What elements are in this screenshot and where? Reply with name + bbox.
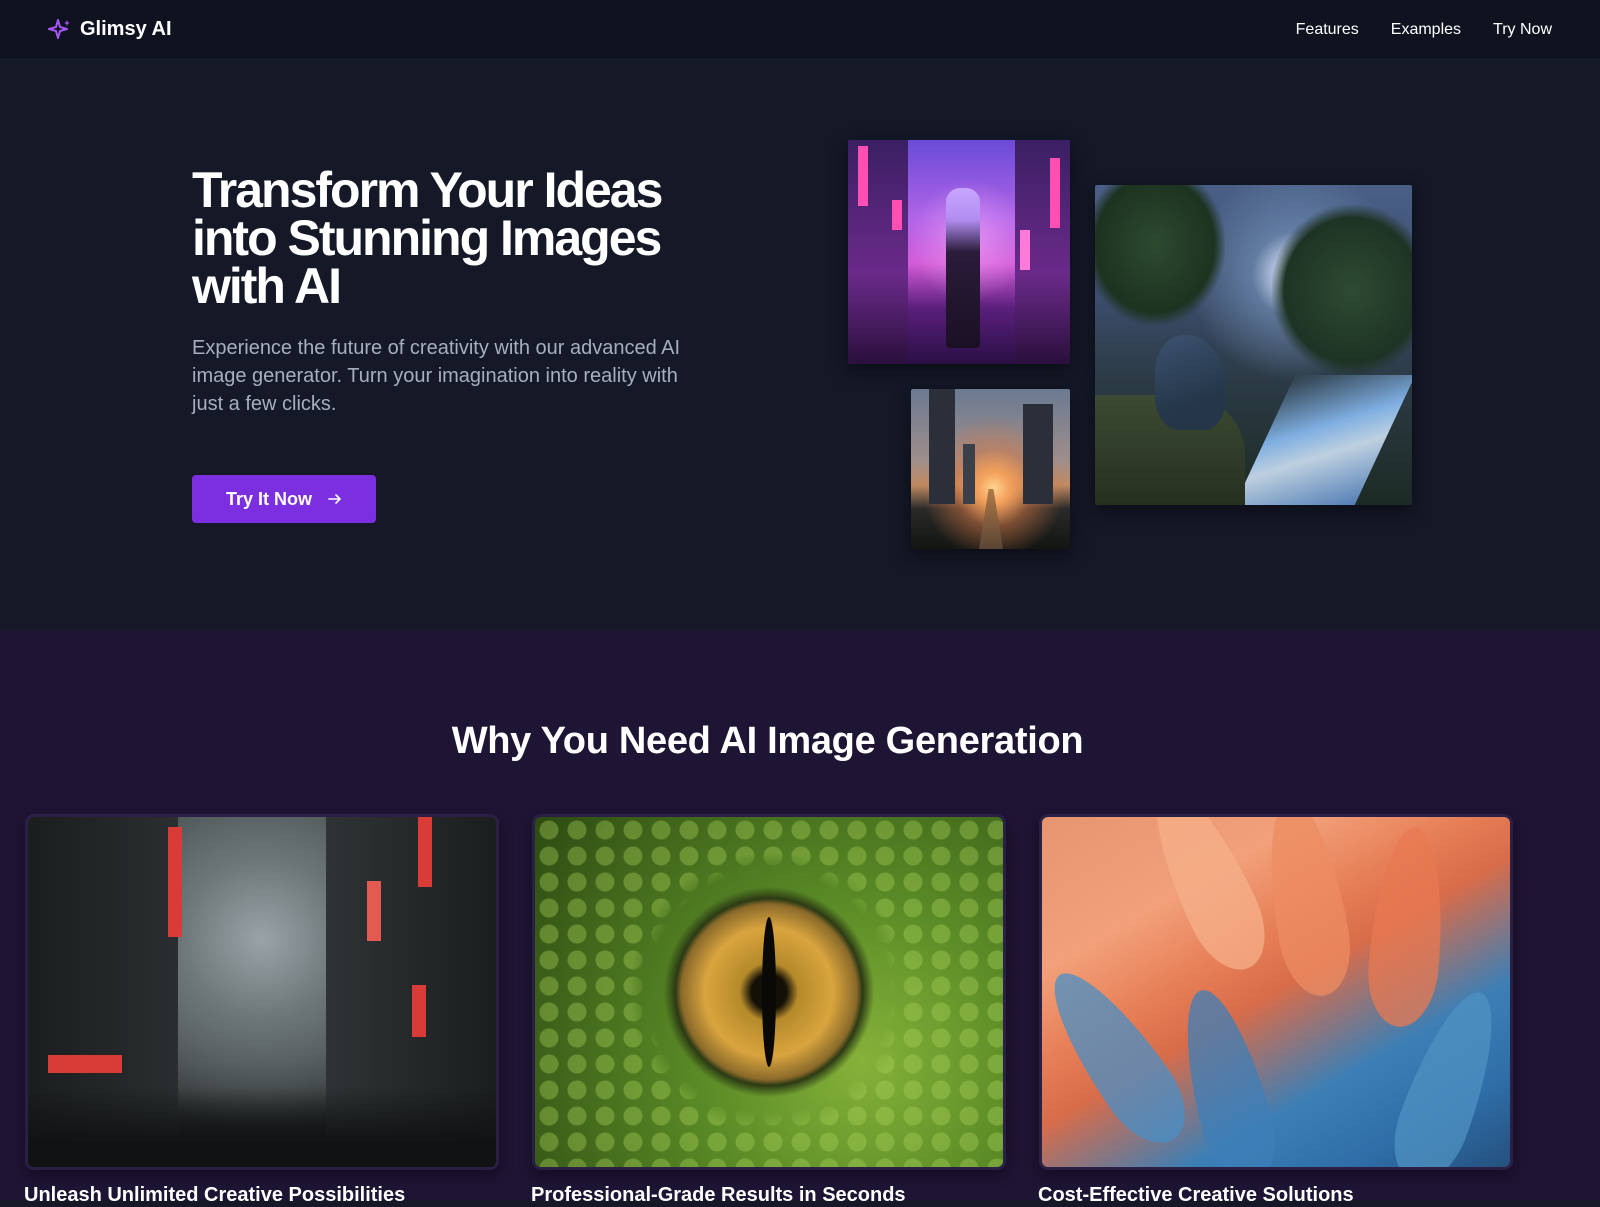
hero-section: Transform Your Ideas into Stunning Image… (0, 60, 1600, 630)
nav-link-examples[interactable]: Examples (1391, 21, 1461, 39)
try-it-now-button[interactable]: Try It Now (192, 475, 376, 523)
section-title: Why You Need AI Image Generation (451, 720, 1084, 762)
brand-name: Glimsy AI (80, 18, 172, 40)
hero-subtitle: Experience the future of creativity with… (192, 337, 681, 415)
nav-link-features[interactable]: Features (1296, 21, 1359, 39)
arrow-right-icon (328, 494, 341, 504)
hero-title: Transform Your Ideas into Stunning Image… (192, 162, 663, 314)
card-title: Cost-Effective Creative Solutions (1038, 1184, 1354, 1206)
dragon-fantasy-forest-image (1095, 185, 1412, 505)
feature-card[interactable]: Professional-Grade Results in Seconds (531, 817, 1005, 1206)
feature-card[interactable]: Cost-Effective Creative Solutions (1038, 817, 1512, 1206)
colorful-feathers-image (1042, 817, 1510, 1167)
navbar: Glimsy AI Features Examples Try Now (0, 0, 1600, 60)
sparkles-icon (48, 18, 70, 39)
city-sunset-image (911, 389, 1070, 549)
nav-link-try-now[interactable]: Try Now (1493, 21, 1552, 39)
brand[interactable]: Glimsy AI (48, 18, 172, 42)
feature-card[interactable]: Unleash Unlimited Creative Possibilities (24, 817, 498, 1206)
try-it-now-label: Try It Now (225, 488, 312, 509)
card-title: Professional-Grade Results in Seconds (531, 1184, 906, 1206)
foggy-neon-street-image (28, 817, 496, 1167)
reptile-eye-image (535, 817, 1003, 1167)
card-title: Unleash Unlimited Creative Possibilities (24, 1184, 406, 1206)
nav-links: Features Examples Try Now (1296, 21, 1552, 39)
anime-girl-neon-city-image (848, 140, 1070, 364)
why-ai-section: Why You Need AI Image Generation Unleash… (0, 630, 1600, 1206)
